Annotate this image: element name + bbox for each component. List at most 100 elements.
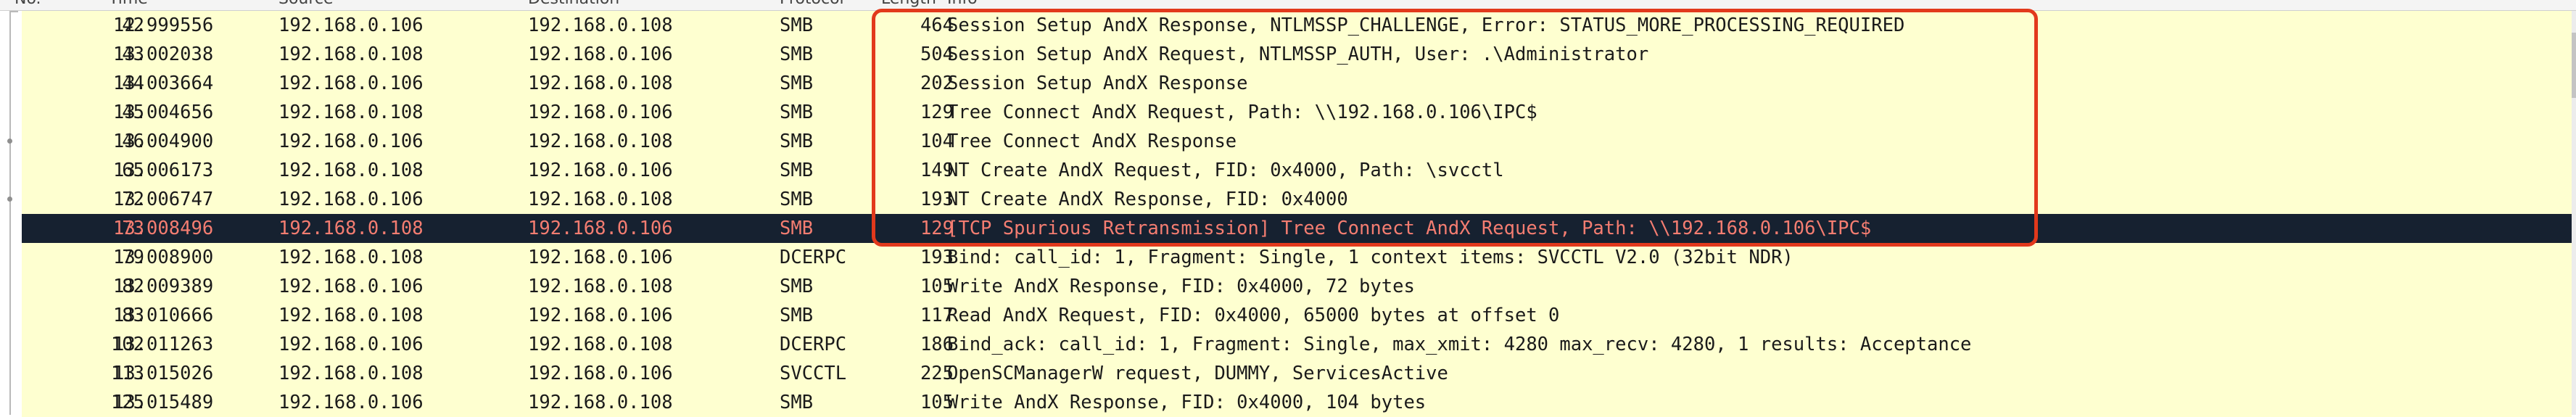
packet-info: NT Create AndX Request, FID: 0x4000, Pat… [947, 160, 1504, 181]
packet-info: Write AndX Response, FID: 0x4000, 104 by… [947, 392, 1427, 413]
packet-row[interactable]: 79 13.008900 192.168.0.108 192.168.0.106 DCE… [22, 243, 2572, 272]
packet-info: Session Setup AndX Response [947, 73, 1248, 94]
packet-protocol: SMB [780, 44, 814, 65]
packet-row[interactable]: 43 13.002038 192.168.0.108 192.168.0.106 SMB… [22, 40, 2572, 69]
packet-protocol: SMB [780, 73, 814, 94]
packet-time: 13.010666 [113, 305, 214, 326]
packet-protocol: SMB [780, 102, 814, 123]
packet-time: 13.004656 [113, 102, 214, 123]
packet-source: 192.168.0.106 [278, 131, 424, 152]
column-header-no[interactable]: No. [15, 0, 41, 8]
packet-time: 13.008496 [113, 218, 214, 239]
column-header-destination[interactable]: Destination [528, 0, 619, 8]
packet-row-selected[interactable]: 73 13.008496 192.168.0.108 192.168.0.106 SMB… [22, 214, 2572, 243]
packet-info: OpenSCManagerW request, DUMMY, ServicesA… [947, 363, 1448, 384]
related-packet-dot [7, 197, 12, 202]
packet-protocol: SMB [780, 392, 814, 413]
packet-time: 12.999556 [113, 15, 214, 36]
packet-row[interactable]: 125 13.015489 192.168.0.106 192.168.0.108 SM… [22, 388, 2572, 417]
packet-protocol: SMB [780, 305, 814, 326]
packet-destination: 192.168.0.106 [528, 218, 673, 239]
packet-time: 13.006173 [113, 160, 214, 181]
packet-time: 13.011263 [113, 334, 214, 355]
packet-source: 192.168.0.108 [278, 363, 424, 384]
packet-protocol: SMB [780, 218, 814, 239]
packet-row[interactable]: 102 13.011263 192.168.0.106 192.168.0.108 DC… [22, 330, 2572, 359]
packet-source: 192.168.0.108 [278, 44, 424, 65]
packet-protocol: SMB [780, 131, 814, 152]
packet-row[interactable]: 72 13.006747 192.168.0.106 192.168.0.108 SMB… [22, 185, 2572, 214]
packet-destination: 192.168.0.106 [528, 363, 673, 384]
scrollbar-thumb[interactable] [2572, 33, 2576, 98]
packet-source: 192.168.0.106 [278, 189, 424, 210]
packet-destination: 192.168.0.108 [528, 131, 673, 152]
packet-time: 13.006747 [113, 189, 214, 210]
packet-time: 13.015026 [113, 363, 214, 384]
column-header-info[interactable]: Info [947, 0, 978, 8]
packet-time: 13.003664 [113, 73, 214, 94]
packet-protocol: SVCCTL [780, 363, 847, 384]
packet-info: Session Setup AndX Request, NTLMSSP_AUTH… [947, 44, 1649, 65]
packet-info: Write AndX Response, FID: 0x4000, 72 byt… [947, 276, 1415, 297]
packet-destination: 192.168.0.108 [528, 189, 673, 210]
packet-info: Bind: call_id: 1, Fragment: Single, 1 co… [947, 247, 1793, 268]
packet-time: 13.015489 [113, 392, 214, 413]
column-header-source[interactable]: Source [278, 0, 334, 8]
packet-row[interactable]: 83 13.010666 192.168.0.108 192.168.0.106 SMB… [22, 301, 2572, 330]
packet-destination: 192.168.0.108 [528, 276, 673, 297]
packet-list: 42 12.999556 192.168.0.106 192.168.0.108 SMB… [22, 11, 2572, 417]
packet-row[interactable]: 82 13.009389 192.168.0.106 192.168.0.108 SMB… [22, 272, 2572, 301]
packet-destination: 192.168.0.108 [528, 392, 673, 413]
packet-row[interactable]: 113 13.015026 192.168.0.108 192.168.0.106 SV… [22, 359, 2572, 388]
packet-row[interactable]: 42 12.999556 192.168.0.106 192.168.0.108 SMB… [22, 11, 2572, 40]
conversation-line [9, 11, 11, 415]
packet-source: 192.168.0.106 [278, 15, 424, 36]
related-packet-dot [7, 139, 12, 144]
packet-protocol: SMB [780, 276, 814, 297]
packet-time: 13.004900 [113, 131, 214, 152]
packet-info: Tree Connect AndX Response [947, 131, 1237, 152]
packet-destination: 192.168.0.106 [528, 102, 673, 123]
packet-row[interactable]: 46 13.004900 192.168.0.106 192.168.0.108 SMB… [22, 127, 2572, 156]
packet-info: Read AndX Request, FID: 0x4000, 65000 by… [947, 305, 1560, 326]
packet-source: 192.168.0.106 [278, 276, 424, 297]
packet-row[interactable]: 65 13.006173 192.168.0.108 192.168.0.106 SMB… [22, 156, 2572, 185]
packet-protocol: SMB [780, 15, 814, 36]
packet-source: 192.168.0.108 [278, 247, 424, 268]
column-header-length[interactable]: Length [881, 0, 936, 8]
packet-source: 192.168.0.108 [278, 218, 424, 239]
packet-source: 192.168.0.106 [278, 73, 424, 94]
packet-source: 192.168.0.108 [278, 305, 424, 326]
packet-source: 192.168.0.106 [278, 334, 424, 355]
packet-destination: 192.168.0.106 [528, 44, 673, 65]
packet-destination: 192.168.0.108 [528, 334, 673, 355]
packet-time: 13.008900 [113, 247, 214, 268]
packet-protocol: DCERPC [780, 334, 847, 355]
packet-row[interactable]: 44 13.003664 192.168.0.106 192.168.0.108 SMB… [22, 69, 2572, 98]
packet-destination: 192.168.0.106 [528, 247, 673, 268]
packet-source: 192.168.0.108 [278, 160, 424, 181]
conversation-gutter [0, 11, 22, 415]
packet-source: 192.168.0.106 [278, 392, 424, 413]
conversation-tick [9, 11, 18, 12]
packet-destination: 192.168.0.108 [528, 15, 673, 36]
column-header-protocol[interactable]: Protocol [780, 0, 844, 8]
packet-list-header: No. Time Source Destination Protocol Len… [0, 0, 2576, 11]
packet-row[interactable]: 45 13.004656 192.168.0.108 192.168.0.106 SMB… [22, 98, 2572, 127]
packet-source: 192.168.0.108 [278, 102, 424, 123]
packet-info: Bind_ack: call_id: 1, Fragment: Single, … [947, 334, 1972, 355]
column-header-time[interactable]: Time [109, 0, 148, 8]
packet-time: 13.002038 [113, 44, 214, 65]
packet-protocol: SMB [780, 189, 814, 210]
packet-time: 13.009389 [113, 276, 214, 297]
packet-destination: 192.168.0.106 [528, 305, 673, 326]
packet-info: NT Create AndX Response, FID: 0x4000 [947, 189, 1348, 210]
packet-destination: 192.168.0.106 [528, 160, 673, 181]
packet-info: Tree Connect AndX Request, Path: \\192.1… [947, 102, 1537, 123]
packet-protocol: DCERPC [780, 247, 847, 268]
packet-protocol: SMB [780, 160, 814, 181]
packet-info: Session Setup AndX Response, NTLMSSP_CHA… [947, 15, 1905, 36]
packet-destination: 192.168.0.108 [528, 73, 673, 94]
packet-info: [TCP Spurious Retransmission] Tree Conne… [947, 218, 1872, 239]
vertical-scrollbar[interactable] [2572, 11, 2576, 415]
